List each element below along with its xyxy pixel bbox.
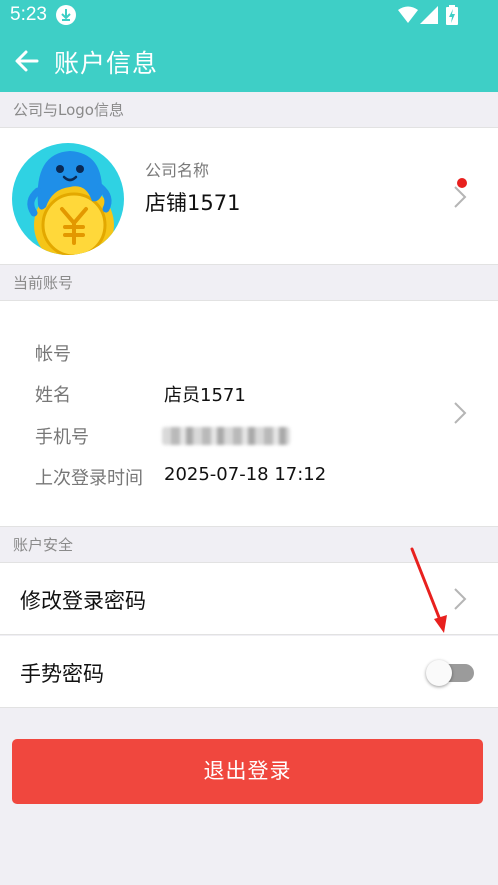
status-bar: 5:23 — [0, 0, 498, 30]
chevron-right-icon — [453, 401, 467, 425]
company-name-value: 店铺1571 — [145, 191, 241, 215]
account-phone-label: 手机号 — [35, 427, 89, 448]
company-logo-avatar[interactable] — [12, 143, 124, 255]
company-name-label: 公司名称 — [145, 161, 210, 180]
back-arrow-icon[interactable] — [10, 44, 44, 78]
status-time: 5:23 — [10, 4, 47, 25]
company-info-row[interactable]: 公司名称 店铺1571 — [0, 128, 498, 265]
chevron-right-icon — [453, 185, 467, 209]
account-name-label: 姓名 — [35, 385, 71, 406]
gesture-password-toggle[interactable] — [424, 660, 476, 686]
gesture-password-row: 手势密码 — [0, 636, 498, 708]
wifi-icon — [398, 6, 418, 28]
account-info-row[interactable]: 帐号 姓名 店员1571 手机号 上次登录时间 2025-07-18 17:12 — [0, 301, 498, 527]
signal-icon — [420, 6, 438, 28]
account-name-value: 店员1571 — [164, 385, 246, 406]
company-section-header: 公司与Logo信息 — [0, 92, 498, 128]
account-section-header: 当前账号 — [0, 265, 498, 301]
phone-number-redacted — [162, 427, 290, 445]
battery-charging-icon — [446, 5, 458, 29]
download-icon — [56, 5, 76, 25]
last-login-value: 2025-07-18 17:12 — [164, 464, 327, 485]
annotation-arrow-icon — [410, 547, 447, 633]
last-login-label: 上次登录时间 — [35, 468, 143, 489]
gesture-password-label: 手势密码 — [20, 662, 104, 686]
app-bar: 账户信息 — [0, 30, 498, 92]
change-password-label: 修改登录密码 — [20, 589, 146, 613]
account-id-label: 帐号 — [35, 344, 71, 365]
toggle-knob — [426, 660, 452, 686]
logout-button[interactable]: 退出登录 — [12, 739, 483, 804]
page-title: 账户信息 — [54, 49, 159, 78]
